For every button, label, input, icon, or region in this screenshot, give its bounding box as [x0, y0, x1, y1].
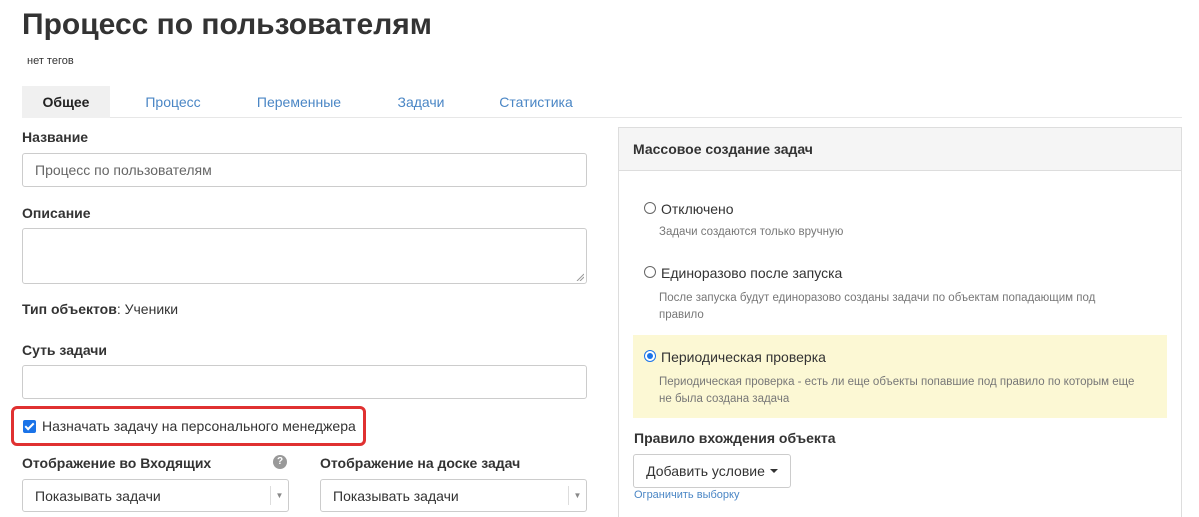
object-type-label: Тип объектов [22, 301, 117, 317]
add-condition-button[interactable]: Добавить условие [633, 454, 791, 488]
inbox-display-select[interactable]: Показывать задачи ▼ [22, 479, 289, 512]
tab-general[interactable]: Общее [22, 86, 110, 118]
mass-creation-header: Массовое создание задач [619, 128, 1181, 171]
board-display-value: Показывать задачи [333, 487, 459, 504]
option-periodic-description-1: Периодическая проверка - есть ли еще объ… [659, 376, 1135, 388]
chevron-down-icon: ▼ [568, 486, 586, 505]
object-type-row: Тип объектов: Ученики [22, 301, 178, 317]
resize-grip-icon[interactable] [576, 273, 584, 281]
tags-text: нет тегов [27, 55, 74, 67]
option-once-description-2: правило [659, 309, 704, 321]
tab-statistics[interactable]: Статистика [488, 86, 584, 118]
radio-periodic-check[interactable] [644, 350, 656, 362]
option-once-label[interactable]: Единоразово после запуска [661, 265, 842, 281]
option-periodic-label[interactable]: Периодическая проверка [661, 349, 826, 365]
inbox-display-label: Отображение во Входящих [22, 455, 212, 471]
chevron-down-icon: ▼ [270, 486, 288, 505]
option-once-description-1: После запуска будут единоразово созданы … [659, 292, 1096, 304]
tab-process[interactable]: Процесс [132, 86, 214, 118]
option-disabled-description: Задачи создаются только вручную [659, 226, 844, 238]
object-type-value: : Ученики [116, 301, 179, 317]
tab-bar: Общее Процесс Переменные Задачи Статисти… [22, 86, 1182, 118]
option-disabled-label[interactable]: Отключено [661, 201, 734, 217]
rule-label: Правило вхождения объекта [634, 430, 836, 446]
mass-creation-panel: Массовое создание задач Отключено Задачи… [618, 127, 1182, 517]
option-periodic-description-2: не была создана задача [659, 393, 790, 405]
tab-tasks[interactable]: Задачи [384, 86, 458, 118]
inbox-display-value: Показывать задачи [35, 487, 161, 504]
description-textarea[interactable] [22, 228, 587, 284]
task-essence-input[interactable] [22, 365, 587, 399]
name-label: Название [22, 129, 89, 145]
assign-manager-highlight: Назначать задачу на персонального менедж… [11, 406, 366, 446]
board-display-label: Отображение на доске задач [320, 455, 521, 471]
description-label: Описание [22, 205, 91, 221]
caret-down-icon [769, 469, 778, 473]
page-title: Процесс по пользователям [22, 8, 432, 41]
assign-manager-checkbox[interactable] [23, 419, 36, 433]
name-input[interactable]: Процесс по пользователям [22, 153, 587, 187]
tab-variables[interactable]: Переменные [244, 86, 354, 118]
add-condition-label: Добавить условие [646, 463, 765, 479]
assign-manager-label[interactable]: Назначать задачу на персонального менедж… [42, 418, 356, 434]
board-display-select[interactable]: Показывать задачи ▼ [320, 479, 587, 512]
radio-disabled[interactable] [644, 202, 656, 214]
radio-once-after-start[interactable] [644, 266, 656, 278]
limit-selection-link[interactable]: Ограничить выборку [634, 489, 739, 501]
task-essence-label: Суть задачи [22, 342, 108, 358]
question-circle-icon[interactable]: ? [273, 455, 287, 469]
